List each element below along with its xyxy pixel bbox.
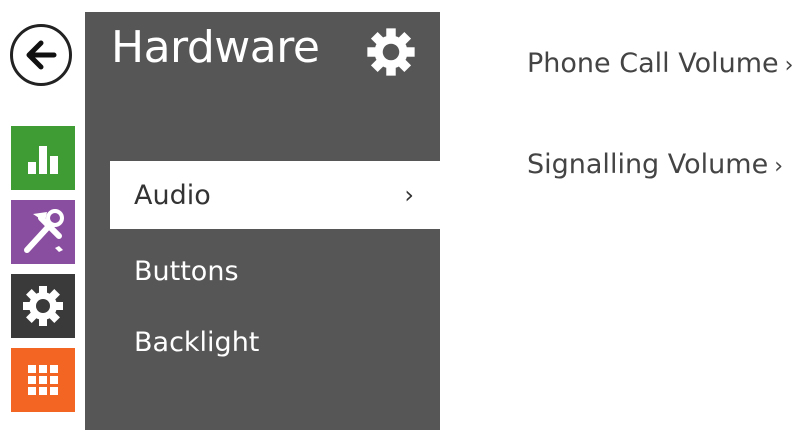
chevron-right-icon: ›	[774, 154, 784, 179]
tools-icon	[24, 209, 64, 253]
link-phone-call-volume[interactable]: Phone Call Volume ›	[527, 48, 793, 79]
chevron-right-icon: ›	[404, 181, 414, 209]
link-label: Phone Call Volume	[527, 48, 779, 79]
menu-item-label: Buttons	[134, 255, 239, 287]
back-button[interactable]	[10, 24, 72, 86]
link-signalling-volume[interactable]: Signalling Volume ›	[527, 149, 783, 180]
menu-item-buttons[interactable]: Buttons	[110, 237, 440, 305]
gear-icon	[23, 286, 63, 326]
link-label: Signalling Volume	[527, 149, 769, 180]
bar-chart-icon	[28, 146, 58, 174]
menu-item-backlight[interactable]: Backlight	[110, 308, 440, 376]
nav-hardware[interactable]	[11, 274, 75, 338]
chevron-right-icon: ›	[784, 53, 794, 78]
nav-services[interactable]	[11, 200, 75, 264]
nav-status[interactable]	[11, 126, 75, 190]
panel-title: Hardware	[111, 22, 320, 73]
nav-system[interactable]	[11, 348, 75, 412]
arrow-left-icon	[26, 40, 57, 70]
menu-item-audio[interactable]: Audio ›	[110, 161, 440, 229]
hardware-panel: Hardware Audio › Buttons Backlight	[85, 12, 440, 430]
grid-icon	[28, 365, 58, 395]
menu-item-label: Audio	[134, 179, 211, 211]
menu-item-label: Backlight	[134, 326, 260, 358]
gear-icon	[367, 28, 415, 76]
